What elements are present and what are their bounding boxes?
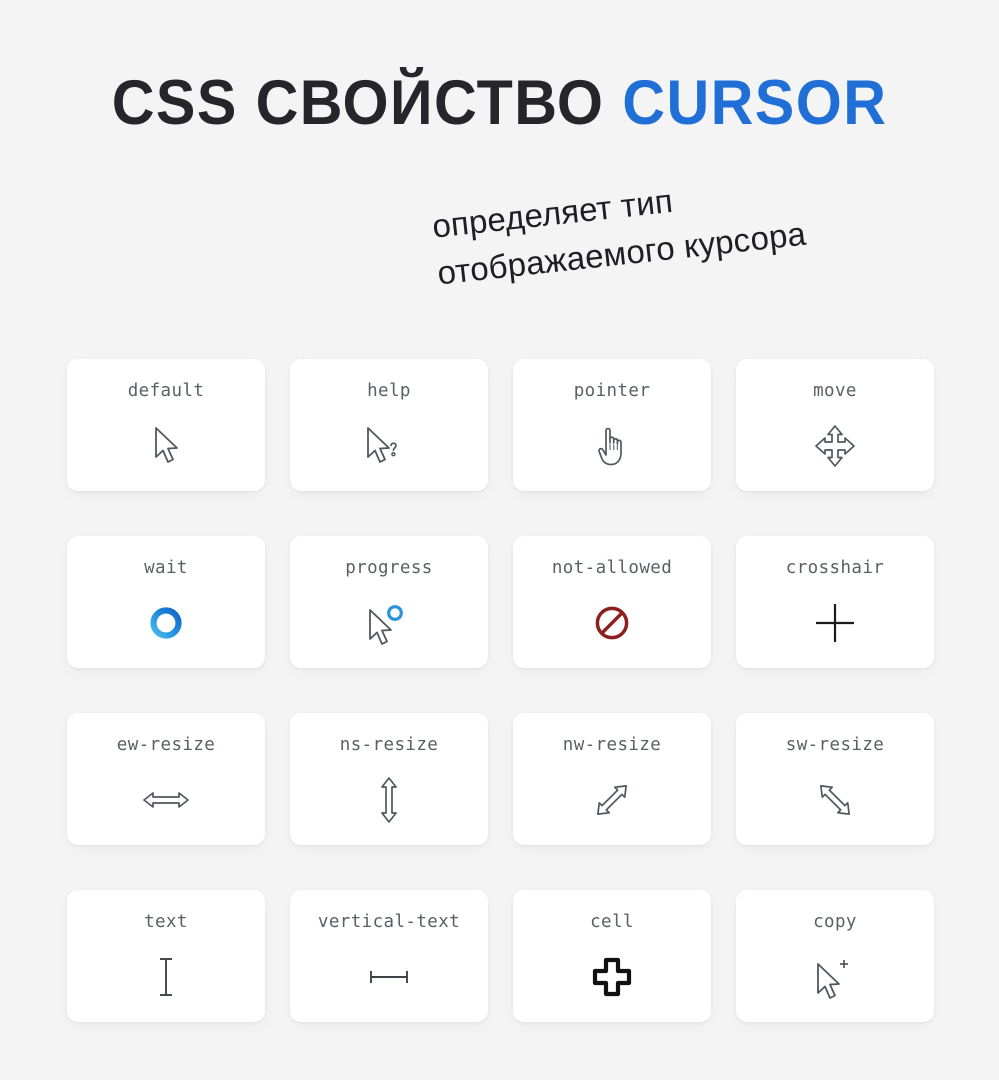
card-label: pointer: [573, 381, 651, 401]
vertical-i-beam-icon: [67, 932, 265, 1023]
page-header: CSS СВОЙСТВО CURSOR: [0, 0, 999, 135]
card-label: copy: [813, 912, 857, 932]
cursor-card-text[interactable]: text: [67, 890, 265, 1022]
cursor-card-help[interactable]: help: [290, 359, 488, 491]
card-label: progress: [345, 558, 433, 578]
page-title-accent: CURSOR: [622, 68, 888, 138]
four-way-arrow-icon: [736, 401, 934, 492]
card-label: vertical-text: [317, 912, 461, 932]
card-label: nw-resize: [562, 735, 662, 755]
diagonal-swne-double-arrow-icon: [736, 755, 934, 846]
card-label: crosshair: [785, 558, 885, 578]
card-label: move: [813, 381, 857, 401]
page-subtitle: определяет тип отображаемого курсора: [430, 146, 977, 297]
arrow-cursor-icon: [67, 401, 265, 492]
page-title: CSS СВОЙСТВО CURSOR: [112, 72, 888, 135]
cursor-card-default[interactable]: default: [67, 359, 265, 491]
cursor-card-vertical-text[interactable]: vertical-text: [290, 890, 488, 1022]
cursor-card-grid: default help pointer move wait progress …: [67, 359, 935, 1022]
cursor-card-ew-resize[interactable]: ew-resize: [67, 713, 265, 845]
card-label: cell: [590, 912, 634, 932]
cursor-card-copy[interactable]: copy: [736, 890, 934, 1022]
cursor-card-nw-resize[interactable]: nw-resize: [513, 713, 711, 845]
cursor-card-progress[interactable]: progress: [290, 536, 488, 668]
diagonal-nwse-double-arrow-icon: [513, 755, 711, 846]
cursor-card-crosshair[interactable]: crosshair: [736, 536, 934, 668]
card-label: help: [367, 381, 411, 401]
card-label: ns-resize: [339, 735, 439, 755]
horizontal-i-beam-icon: [290, 932, 488, 1023]
cursor-card-wait[interactable]: wait: [67, 536, 265, 668]
cursor-card-cell[interactable]: cell: [513, 890, 711, 1022]
card-label: sw-resize: [785, 735, 885, 755]
card-label: not-allowed: [551, 558, 673, 578]
cursor-card-move[interactable]: move: [736, 359, 934, 491]
cursor-card-sw-resize[interactable]: sw-resize: [736, 713, 934, 845]
cursor-card-pointer[interactable]: pointer: [513, 359, 711, 491]
subtitle-zone: определяет тип отображаемого курсора: [0, 178, 999, 328]
cursor-card-not-allowed[interactable]: not-allowed: [513, 536, 711, 668]
plus-crosshair-icon: [736, 578, 934, 669]
card-label: wait: [144, 558, 188, 578]
arrow-cursor-ring-icon: [290, 578, 488, 669]
vertical-double-arrow-icon: [290, 755, 488, 846]
page-title-prefix: CSS СВОЙСТВО: [111, 68, 605, 138]
blue-ring-spinner-icon: [67, 578, 265, 669]
horizontal-double-arrow-icon: [67, 755, 265, 846]
card-label: ew-resize: [116, 735, 216, 755]
no-entry-icon: [513, 578, 711, 669]
card-label: text: [144, 912, 188, 932]
arrow-cursor-question-icon: [290, 401, 488, 492]
thick-plus-icon: [513, 932, 711, 1023]
cursor-card-ns-resize[interactable]: ns-resize: [290, 713, 488, 845]
pointing-hand-icon: [513, 401, 711, 492]
card-label: default: [127, 381, 205, 401]
arrow-cursor-plus-icon: [736, 932, 934, 1023]
